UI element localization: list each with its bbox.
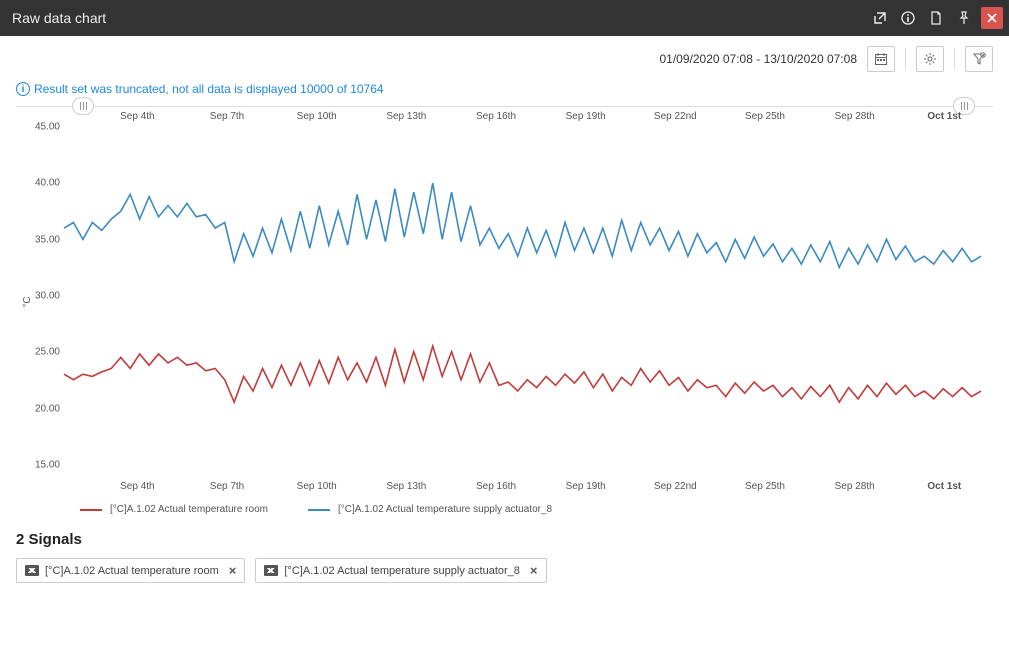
legend-swatch xyxy=(80,509,102,511)
x-tick-label: Sep 10th xyxy=(297,481,337,492)
x-tick-label: Sep 25th xyxy=(745,481,785,492)
info-icon[interactable] xyxy=(897,7,919,29)
date-range-label: 01/09/2020 07:08 - 13/10/2020 07:08 xyxy=(659,52,857,66)
warning-text: Result set was truncated, not all data i… xyxy=(34,82,384,96)
x-tick-label: Sep 25th xyxy=(745,111,785,122)
x-tick-label: Oct 1st xyxy=(927,111,961,122)
signal-chip-label: [°C]A.1.02 Actual temperature supply act… xyxy=(284,565,520,577)
pdf-icon[interactable] xyxy=(925,7,947,29)
plot-area[interactable] xyxy=(64,127,981,464)
y-tick-label: 20.00 xyxy=(30,403,60,414)
x-tick-label: Sep 22nd xyxy=(654,111,697,122)
signal-chip[interactable]: [°C]A.1.02 Actual temperature supply act… xyxy=(255,558,546,583)
legend-label: [°C]A.1.02 Actual temperature supply act… xyxy=(338,504,552,515)
legend-label: [°C]A.1.02 Actual temperature room xyxy=(110,504,268,515)
signal-chips: [°C]A.1.02 Actual temperature room×[°C]A… xyxy=(16,558,993,583)
toolbar-separator xyxy=(954,48,955,70)
y-tick-label: 35.00 xyxy=(30,234,60,245)
x-tick-label: Sep 13th xyxy=(386,111,426,122)
y-tick-label: 30.00 xyxy=(30,291,60,302)
x-tick-label: Sep 7th xyxy=(210,111,244,122)
chart: °C 15.0020.0025.0030.0035.0040.0045.00Se… xyxy=(16,106,993,496)
signal-icon xyxy=(264,565,278,576)
y-tick-label: 40.00 xyxy=(30,178,60,189)
filter-button[interactable] xyxy=(965,46,993,72)
x-tick-label: Sep 10th xyxy=(297,111,337,122)
y-tick-label: 15.00 xyxy=(30,460,60,471)
calendar-button[interactable] xyxy=(867,46,895,72)
y-tick-label: 25.00 xyxy=(30,347,60,358)
y-tick-label: 45.00 xyxy=(30,122,60,133)
x-tick-label: Sep 16th xyxy=(476,481,516,492)
popout-icon[interactable] xyxy=(869,7,891,29)
x-tick-label: Sep 19th xyxy=(566,111,606,122)
toolbar-separator xyxy=(905,48,906,70)
series-line xyxy=(64,183,981,267)
legend-item[interactable]: [°C]A.1.02 Actual temperature room xyxy=(80,504,268,515)
warning-message: i Result set was truncated, not all data… xyxy=(0,78,1009,106)
signal-chip-label: [°C]A.1.02 Actual temperature room xyxy=(45,565,219,577)
chip-remove-icon[interactable]: × xyxy=(225,563,237,578)
x-tick-label: Sep 22nd xyxy=(654,481,697,492)
signals-title: 2 Signals xyxy=(16,531,993,548)
x-tick-label: Sep 19th xyxy=(566,481,606,492)
settings-button[interactable] xyxy=(916,46,944,72)
x-tick-label: Sep 16th xyxy=(476,111,516,122)
legend-item[interactable]: [°C]A.1.02 Actual temperature supply act… xyxy=(308,504,552,515)
x-tick-label: Sep 7th xyxy=(210,481,244,492)
header-actions xyxy=(869,7,1003,29)
page-title: Raw data chart xyxy=(12,10,869,26)
x-tick-label: Sep 4th xyxy=(120,111,154,122)
x-tick-label: Sep 13th xyxy=(386,481,426,492)
series-line xyxy=(64,346,981,402)
header-bar: Raw data chart xyxy=(0,0,1009,36)
signals-section: 2 Signals [°C]A.1.02 Actual temperature … xyxy=(0,515,1009,607)
x-tick-label: Sep 28th xyxy=(835,481,875,492)
chip-remove-icon[interactable]: × xyxy=(526,563,538,578)
signal-chip[interactable]: [°C]A.1.02 Actual temperature room × xyxy=(16,558,245,583)
range-handle-left[interactable] xyxy=(72,97,94,115)
x-tick-label: Oct 1st xyxy=(927,481,961,492)
close-icon[interactable] xyxy=(981,7,1003,29)
pin-icon[interactable] xyxy=(953,7,975,29)
x-tick-label: Sep 4th xyxy=(120,481,154,492)
signal-icon xyxy=(25,565,39,576)
toolbar: 01/09/2020 07:08 - 13/10/2020 07:08 xyxy=(0,36,1009,78)
legend: [°C]A.1.02 Actual temperature room [°C]A.… xyxy=(0,504,1009,515)
x-tick-label: Sep 28th xyxy=(835,111,875,122)
legend-swatch xyxy=(308,509,330,511)
info-circle-icon: i xyxy=(16,82,30,96)
